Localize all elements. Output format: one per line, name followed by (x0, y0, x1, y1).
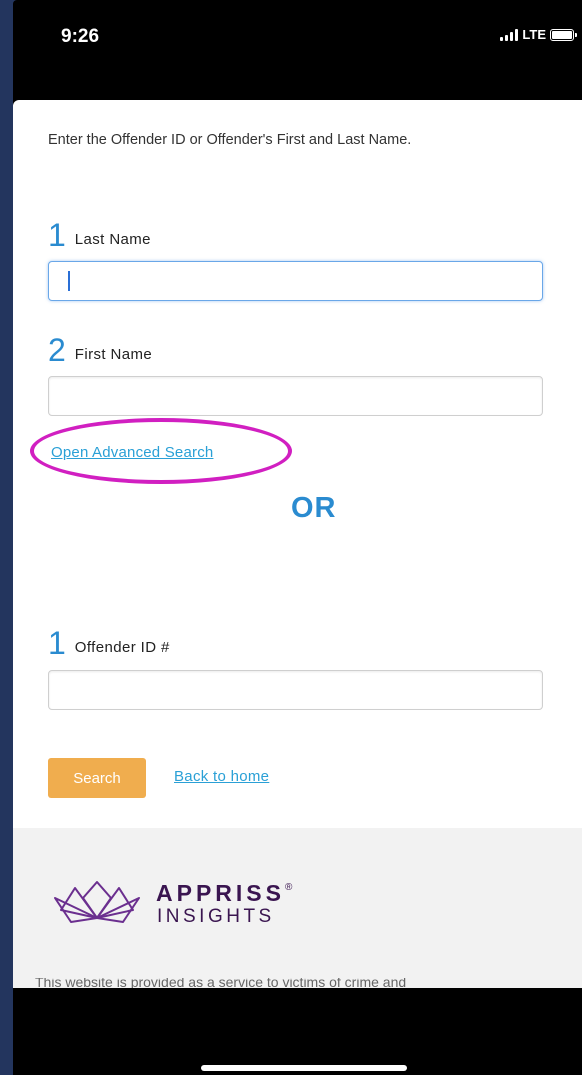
phone-screen: 9:26 LTE Enter the Offender ID or Offend… (13, 0, 582, 1075)
status-bar-indicators: LTE (500, 27, 577, 42)
back-to-home-link[interactable]: Back to home (174, 768, 269, 785)
first-name-step: 2 First Name (48, 332, 153, 368)
text-cursor (68, 271, 70, 291)
last-name-label: Last Name (74, 231, 151, 248)
open-advanced-search-link[interactable]: Open Advanced Search (51, 444, 213, 461)
logo-wordmark: APPRISS® (156, 880, 293, 906)
search-form-panel: Enter the Offender ID or Offender's Firs… (13, 100, 582, 828)
last-name-input[interactable] (48, 261, 543, 301)
first-name-label: First Name (74, 346, 153, 363)
offender-id-input[interactable] (48, 670, 543, 710)
last-name-step: 1 Last Name (48, 217, 151, 253)
footer-disclaimer: This website is provided as a service to… (35, 978, 407, 988)
step-number: 1 (48, 217, 66, 253)
offender-id-label: Offender ID # (74, 639, 170, 656)
appriss-logo-icon (54, 881, 140, 923)
offender-id-step: 1 Offender ID # (48, 625, 170, 661)
step-number: 2 (48, 332, 66, 368)
network-type: LTE (522, 27, 546, 42)
signal-icon (500, 28, 519, 41)
footer: APPRISS® INSIGHTS This website is provid… (13, 828, 582, 988)
step-number: 1 (48, 625, 66, 661)
logo-subtitle: INSIGHTS (157, 906, 275, 927)
battery-icon (550, 28, 577, 41)
search-button[interactable]: Search (48, 758, 146, 798)
or-divider: OR (291, 492, 337, 524)
form-instructions: Enter the Offender ID or Offender's Firs… (48, 132, 412, 148)
status-time: 9:26 (61, 26, 100, 47)
first-name-input[interactable] (48, 376, 543, 416)
home-indicator[interactable] (201, 1065, 407, 1071)
